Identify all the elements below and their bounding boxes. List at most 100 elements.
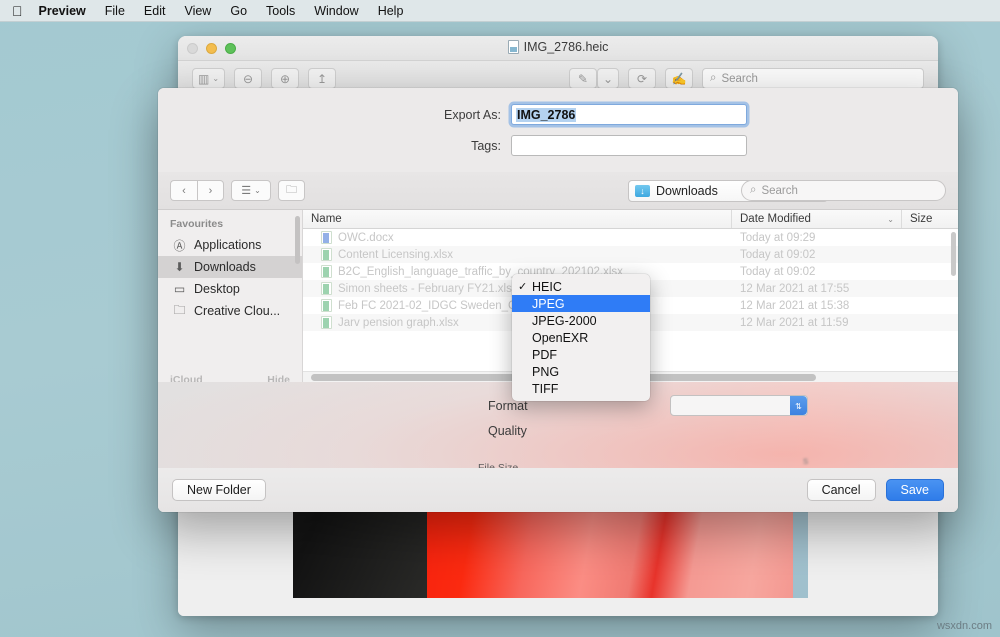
rotate-button[interactable]: ⟳ [628,68,656,89]
word-file-icon [321,231,332,244]
file-name-cell: Content Licensing.xlsx [303,248,732,261]
file-list-vertical-scrollbar[interactable] [951,232,956,276]
markup-chevron-down-icon[interactable]: ⌄ [597,68,619,89]
sidebar-item-label: Creative Clou... [194,304,280,318]
menu-item-openexr[interactable]: OpenEXR [512,329,650,346]
menu-item-png[interactable]: PNG [512,363,650,380]
search-icon: ⌕ [710,72,716,85]
nav-arrows: ‹ › [170,180,224,201]
sidebar-item-downloads[interactable]: ⬇ Downloads [158,256,302,278]
list-view-icon: ☰ [241,184,251,197]
column-header-size[interactable]: Size [902,210,958,228]
quality-row: Quality [488,424,527,438]
location-label: Downloads [656,184,718,198]
column-header-date-modified[interactable]: Date Modified ⌄ [732,210,902,228]
save-button[interactable]: Save [886,479,945,501]
sidebar-scrollbar[interactable] [295,216,300,264]
forward-button[interactable]: › [197,180,224,201]
tags-row: Tags: [158,135,958,156]
chevron-down-icon: ⌄ [254,186,261,195]
excel-file-icon [321,316,332,329]
preview-search-field[interactable]: ⌕ Search [702,68,924,89]
menu-item-preview[interactable]: Preview [39,4,86,18]
checkmark-icon: ✓ [518,280,532,293]
file-name-text: Simon sheets - February FY21.xlsx [338,283,518,295]
new-folder-button[interactable]: New Folder [172,479,266,501]
sidebar-item-applications[interactable]: Ⓐ Applications [158,234,302,256]
dialog-search-field[interactable]: ⌕ Search [741,180,946,201]
cancel-button[interactable]: Cancel [807,479,876,501]
export-as-label: Export As: [369,108,511,122]
document-icon [508,40,519,54]
export-as-row: Export As: IMG_2786 [158,104,958,125]
new-folder-icon-button[interactable]: 🗀 [278,180,305,201]
chevron-down-icon: ⌄ [212,74,219,83]
search-icon: ⌕ [750,184,756,197]
annotate-button[interactable]: ✍ [665,68,693,89]
sidebar-item-label: Applications [194,238,261,252]
table-row[interactable]: OWC.docx Today at 09:29 [303,229,958,246]
file-date-cell: 12 Mar 2021 at 11:59 [732,317,902,329]
view-options-button[interactable]: ☰ ⌄ [231,180,271,201]
sidebar-item-creative-cloud[interactable]: 🗀 Creative Clou... [158,300,302,322]
menu-item-window[interactable]: Window [314,4,358,18]
menu-item-label: JPEG-2000 [532,314,597,328]
export-as-value: IMG_2786 [516,108,576,122]
menu-item-go[interactable]: Go [230,4,247,18]
menu-bar:  Preview File Edit View Go Tools Window… [0,0,1000,22]
file-date-cell: Today at 09:02 [732,249,902,261]
menu-item-tools[interactable]: Tools [266,4,295,18]
sidebar-footer: iCloud Hide [158,374,302,382]
menu-item-edit[interactable]: Edit [144,4,166,18]
file-date-cell: 12 Mar 2021 at 15:38 [732,300,902,312]
menu-item-jpeg[interactable]: JPEG [512,295,650,312]
menu-item-label: JPEG [532,297,565,311]
dialog-search-placeholder: Search [761,185,797,197]
menu-item-label: TIFF [532,382,558,396]
tags-input[interactable] [511,135,747,156]
menu-item-tiff[interactable]: TIFF [512,380,650,397]
sidebar-icon: ▥ [198,72,209,86]
table-row[interactable]: Content Licensing.xlsx Today at 09:02 [303,246,958,263]
zoom-out-button[interactable]: ⊖ [234,68,262,89]
back-button[interactable]: ‹ [170,180,197,201]
sidebar-hide-button[interactable]: Hide [267,374,290,382]
menu-item-file[interactable]: File [105,4,125,18]
preview-toolbar-right: ✎ ⌄ ⟳ ✍ ⌕ Search [569,68,924,89]
window-title-text: IMG_2786.heic [524,40,609,54]
sidebar-item-label: Downloads [194,260,256,274]
menu-item-jpeg-2000[interactable]: JPEG-2000 [512,312,650,329]
preview-search-placeholder: Search [721,73,757,85]
zoom-in-button[interactable]: ⊕ [271,68,299,89]
excel-file-icon [321,265,332,278]
desktop-icon: ▭ [172,282,187,297]
apple-icon[interactable]:  [12,4,23,18]
menu-item-label: OpenEXR [532,331,588,345]
sidebar-toggle-button[interactable]: ▥ ⌄ [192,68,225,89]
sidebar-item-label: Desktop [194,282,240,296]
menu-item-label: PDF [532,348,557,362]
file-name-text: Content Licensing.xlsx [338,249,453,261]
menu-item-heic[interactable]: ✓ HEIC [512,278,650,295]
excel-file-icon [321,248,332,261]
quality-label: Quality [488,424,527,438]
sidebar-item-desktop[interactable]: ▭ Desktop [158,278,302,300]
share-button[interactable]: ↥ [308,68,336,89]
format-label: Format [488,399,528,413]
export-fields: Export As: IMG_2786 Tags: [158,88,958,172]
column-header-name[interactable]: Name [303,210,732,228]
sidebar-header-favourites: Favourites [158,216,302,234]
downloads-folder-icon [635,185,650,197]
menu-item-label: PNG [532,365,559,379]
file-size-value: s [803,455,808,467]
format-popup-button[interactable]: ⇅ [670,395,808,416]
export-as-input[interactable]: IMG_2786 [511,104,747,125]
format-row: Format [488,399,528,413]
menu-item-pdf[interactable]: PDF [512,346,650,363]
column-header-date-label: Date Modified [740,213,811,225]
menu-item-help[interactable]: Help [378,4,404,18]
popup-stepper-icon: ⇅ [790,396,807,415]
file-list-header: Name Date Modified ⌄ Size [303,210,958,229]
markup-button[interactable]: ✎ [569,68,597,89]
menu-item-view[interactable]: View [184,4,211,18]
